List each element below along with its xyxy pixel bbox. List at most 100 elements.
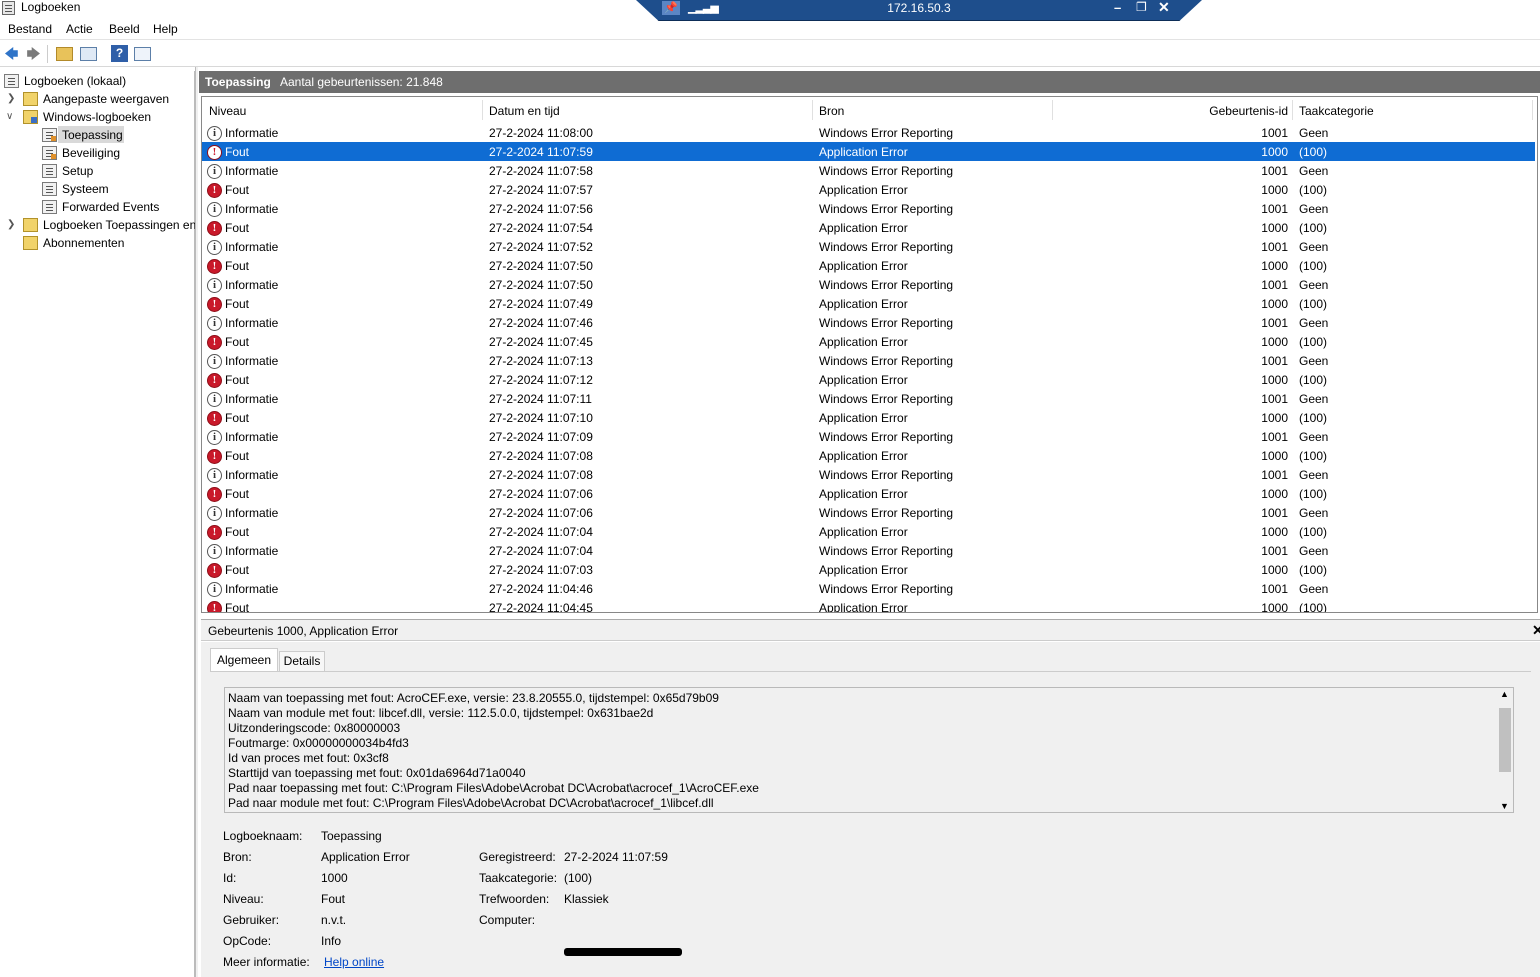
table-row[interactable]: ! Fout 27-2-2024 11:07:03 Application Error… [202, 560, 1535, 579]
source-cell: Application Error [819, 259, 908, 273]
table-row[interactable]: ! Fout 27-2-2024 11:07:04 Application Error… [202, 522, 1535, 541]
information-icon: i [207, 164, 222, 179]
column-header-task-category[interactable]: Taakcategorie [1299, 104, 1374, 118]
table-row[interactable]: i Informatie 27-2-2024 11:04:46 Windows Err… [202, 579, 1535, 598]
table-row[interactable]: ! Fout 27-2-2024 11:04:45 Application Error… [202, 598, 1535, 613]
navigation-tree: Logboeken (lokaal) ❯ Aangepaste weergave… [0, 71, 196, 977]
pane-splitter[interactable] [195, 67, 198, 977]
table-row[interactable]: i Informatie 27-2-2024 11:07:06 Windows Err… [202, 503, 1535, 522]
column-header-event-id[interactable]: Gebeurtenis-id [1202, 104, 1288, 118]
event-id-cell: 1000 [1261, 335, 1288, 349]
table-row[interactable]: i Informatie 27-2-2024 11:07:04 Windows Err… [202, 541, 1535, 560]
minimize-button[interactable]: – [1114, 0, 1121, 15]
close-icon[interactable]: ✕ [1532, 622, 1540, 639]
task-category-cell: Geen [1299, 278, 1329, 292]
event-description-box[interactable]: Naam van toepassing met fout: AcroCEF.ex… [224, 687, 1514, 813]
error-icon: ! [207, 449, 222, 464]
table-row[interactable]: ! Fout 27-2-2024 11:07:54 Application Error… [202, 218, 1535, 237]
console-tree-icon[interactable] [80, 47, 97, 61]
information-icon: i [207, 430, 222, 445]
column-header-level[interactable]: Niveau [209, 104, 246, 118]
table-row[interactable]: ! Fout 27-2-2024 11:07:59 Application Error… [202, 142, 1535, 161]
column-divider[interactable] [482, 100, 483, 120]
level-cell: Informatie [225, 202, 279, 216]
source-cell: Windows Error Reporting [819, 392, 954, 406]
menu-bestand[interactable]: Bestand [8, 22, 52, 36]
error-icon: ! [207, 221, 222, 236]
scroll-down-arrow-icon[interactable]: ▼ [1500, 801, 1509, 811]
tab-details[interactable]: Details [279, 651, 325, 672]
level-cell: Fout [225, 221, 250, 235]
chevron-down-icon[interactable]: ∨ [6, 108, 16, 126]
detail-title-bar: Gebeurtenis 1000, Application Error ✕ [201, 619, 1540, 641]
source-cell: Application Error [819, 335, 908, 349]
chevron-right-icon[interactable]: ❯ [7, 90, 17, 108]
table-row[interactable]: i Informatie 27-2-2024 11:07:50 Windows Err… [202, 275, 1535, 294]
source-cell: Application Error [819, 221, 908, 235]
remote-desktop-bar: 📌 ▁▂▃▅ 172.16.50.3 – ❐ ✕ [636, 0, 1202, 21]
source-cell: Application Error [819, 525, 908, 539]
source-cell: Application Error [819, 601, 908, 613]
column-divider[interactable] [1052, 100, 1053, 120]
information-icon: i [207, 278, 222, 293]
help-online-link[interactable]: Help online [324, 955, 384, 969]
table-row[interactable]: i Informatie 27-2-2024 11:07:58 Windows Err… [202, 161, 1535, 180]
vertical-scrollbar[interactable]: ▲ ▼ [1496, 688, 1513, 812]
close-button[interactable]: ✕ [1158, 0, 1170, 16]
keywords-value: Klassiek [564, 892, 609, 906]
event-id-cell: 1001 [1261, 164, 1288, 178]
column-header-date[interactable]: Datum en tijd [489, 104, 560, 118]
event-list[interactable]: Niveau Datum en tijd Bron Gebeurtenis-id… [201, 96, 1538, 613]
back-arrow-icon[interactable]: 🡄 [3, 45, 20, 62]
table-row[interactable]: ! Fout 27-2-2024 11:07:49 Application Error… [202, 294, 1535, 313]
event-id-cell: 1001 [1261, 316, 1288, 330]
chevron-right-icon[interactable]: ❯ [7, 216, 17, 234]
date-cell: 27-2-2024 11:07:09 [489, 430, 593, 444]
menu-beeld[interactable]: Beeld [109, 22, 140, 36]
table-row[interactable]: ! Fout 27-2-2024 11:07:08 Application Error… [202, 446, 1535, 465]
level-cell: Fout [225, 183, 250, 197]
table-row[interactable]: ! Fout 27-2-2024 11:07:06 Application Error… [202, 484, 1535, 503]
column-divider[interactable] [1532, 100, 1533, 120]
tab-algemeen[interactable]: Algemeen [210, 648, 278, 672]
level-cell: Informatie [225, 316, 279, 330]
task-category-cell: Geen [1299, 582, 1329, 596]
table-row[interactable]: ! Fout 27-2-2024 11:07:12 Application Error… [202, 370, 1535, 389]
date-cell: 27-2-2024 11:07:54 [489, 221, 593, 235]
general-tab-page: Naam van toepassing met fout: AcroCEF.ex… [210, 671, 1531, 977]
action-pane-icon[interactable] [134, 47, 151, 61]
table-row[interactable]: i Informatie 27-2-2024 11:07:56 Windows Err… [202, 199, 1535, 218]
error-icon: ! [207, 335, 222, 350]
error-icon: ! [207, 601, 222, 612]
table-row[interactable]: ! Fout 27-2-2024 11:07:57 Application Error… [202, 180, 1535, 199]
task-category-cell: Geen [1299, 544, 1329, 558]
table-row[interactable]: i Informatie 27-2-2024 11:07:09 Windows Err… [202, 427, 1535, 446]
open-folder-icon[interactable] [56, 47, 73, 61]
table-row[interactable]: ! Fout 27-2-2024 11:07:10 Application Error… [202, 408, 1535, 427]
menu-help[interactable]: Help [153, 22, 178, 36]
column-divider[interactable] [1292, 100, 1293, 120]
level-cell: Fout [225, 487, 250, 501]
toolbar: 🡄 🡆 ? [0, 41, 1540, 67]
task-category-cell: Geen [1299, 126, 1329, 140]
task-category-cell: (100) [1299, 221, 1328, 235]
date-cell: 27-2-2024 11:07:06 [489, 506, 593, 520]
table-row[interactable]: i Informatie 27-2-2024 11:07:46 Windows Err… [202, 313, 1535, 332]
table-row[interactable]: i Informatie 27-2-2024 11:07:08 Windows Err… [202, 465, 1535, 484]
menu-actie[interactable]: Actie [66, 22, 93, 36]
help-icon[interactable]: ? [111, 45, 128, 62]
description-line: Naam van module met fout: libcef.dll, ve… [228, 706, 654, 720]
forward-arrow-icon[interactable]: 🡆 [25, 45, 42, 62]
table-row[interactable]: i Informatie 27-2-2024 11:08:00 Windows Err… [202, 123, 1535, 142]
event-id-cell: 1000 [1261, 373, 1288, 387]
table-row[interactable]: i Informatie 27-2-2024 11:07:13 Windows Err… [202, 351, 1535, 370]
table-row[interactable]: i Informatie 27-2-2024 11:07:52 Windows Err… [202, 237, 1535, 256]
column-divider[interactable] [812, 100, 813, 120]
table-row[interactable]: ! Fout 27-2-2024 11:07:45 Application Error… [202, 332, 1535, 351]
scroll-up-arrow-icon[interactable]: ▲ [1500, 689, 1509, 699]
scrollbar-thumb[interactable] [1499, 708, 1511, 772]
restore-button[interactable]: ❐ [1136, 0, 1147, 14]
column-header-source[interactable]: Bron [819, 104, 844, 118]
table-row[interactable]: ! Fout 27-2-2024 11:07:50 Application Error… [202, 256, 1535, 275]
table-row[interactable]: i Informatie 27-2-2024 11:07:11 Windows Err… [202, 389, 1535, 408]
